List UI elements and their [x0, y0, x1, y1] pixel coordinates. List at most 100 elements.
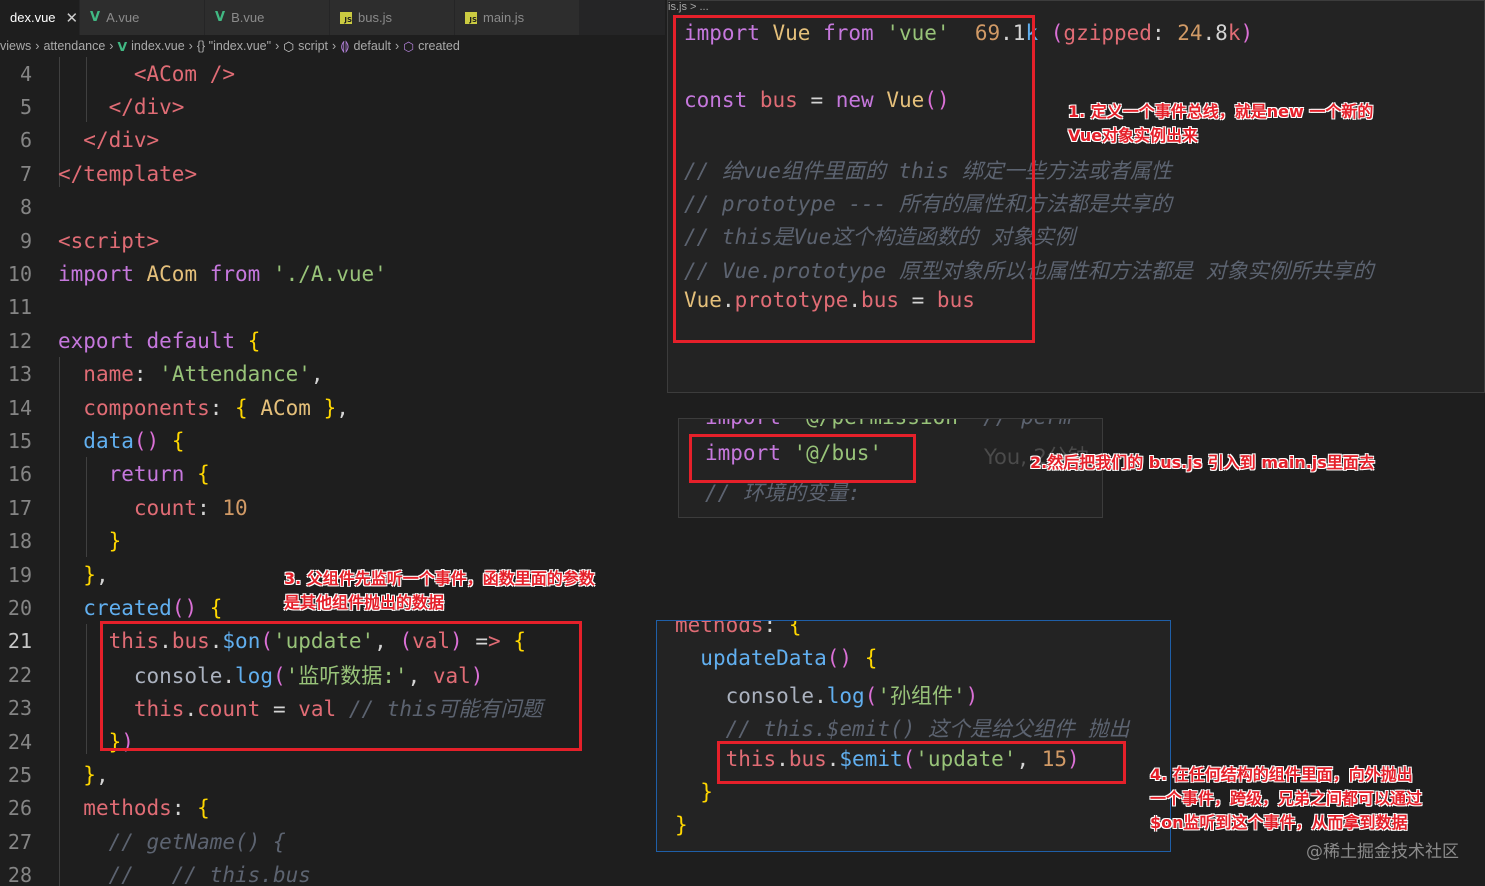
code-text: components: { ACom },	[83, 395, 349, 420]
line-number: 11	[7, 295, 32, 320]
breadcrumb-item[interactable]: Vindex.vue	[117, 39, 184, 54]
code-line[interactable]: 4 <ACom />	[0, 57, 665, 90]
tab-b-vue[interactable]: V B.vue	[205, 0, 330, 35]
code-line[interactable]: 27 // getName() {	[0, 825, 665, 858]
code-text: created() {	[83, 596, 223, 621]
breadcrumb-item[interactable]: ⟬⟭ default	[340, 39, 391, 54]
line-number: 14	[7, 395, 32, 420]
tab-main-js[interactable]: JS main.js	[455, 0, 580, 35]
breadcrumb-item[interactable]: ⬡ created	[403, 39, 460, 54]
code-text: data() {	[83, 429, 185, 454]
annotation-step-2: 2.然后把我们的 bus.js 引入到 main.js里面去	[1030, 453, 1375, 472]
line-number: 13	[7, 362, 32, 387]
tab-bar: dex.vue ✕ V A.vue V B.vue JS bus.js JS m…	[0, 0, 665, 35]
variable-icon: ⟬⟭	[340, 38, 350, 53]
code-text: },	[83, 763, 109, 788]
tab-label: B.vue	[231, 10, 265, 25]
line-number: 4	[19, 61, 32, 86]
chevron-right-icon: ›	[395, 39, 400, 53]
code-line[interactable]: 11	[0, 291, 665, 324]
panel-breadcrumb: is.js > ...	[668, 1, 709, 13]
close-icon[interactable]: ✕	[66, 9, 79, 27]
code-line[interactable]: 28 // // this.bus	[0, 859, 665, 886]
line-number: 15	[7, 429, 32, 454]
code-line[interactable]: 25 },	[0, 758, 665, 791]
tab-label: main.js	[483, 10, 525, 25]
breadcrumb-item[interactable]: views	[0, 39, 31, 53]
code-line[interactable]: 26 methods: {	[0, 792, 665, 825]
line-number: 19	[7, 562, 32, 587]
code-text: }	[108, 529, 122, 554]
code-text: </div>	[108, 95, 185, 120]
code-text: </div>	[83, 128, 160, 153]
code-text: return {	[108, 462, 210, 487]
emit-code-panel: methods: { updateData() { console.log('孙…	[656, 620, 1171, 852]
line-number: 12	[7, 328, 32, 353]
code-line[interactable]: 14 components: { ACom },	[0, 391, 665, 424]
line-number: 22	[7, 662, 32, 687]
code-line[interactable]: 7 </template>	[0, 157, 665, 190]
line-number: 8	[19, 195, 32, 220]
code-line[interactable]: 23 this.count = val // this可能有问题	[0, 692, 665, 725]
annotation-step-4: 4. 在任何结构的组件里面，向外抛出 一个事件，跨级，兄弟之间都可以通过 $on…	[1150, 765, 1423, 832]
line-number: 17	[7, 495, 32, 520]
code-line[interactable]: 9 <script>	[0, 224, 665, 257]
tab-bus-js[interactable]: JS bus.js	[330, 0, 455, 35]
line-number: 9	[19, 228, 32, 253]
code-line: // this.$emit() 这个是给父组件 抛出	[725, 717, 1130, 742]
code-text: this.bus.$on('update', (val) => {	[108, 629, 526, 654]
code-line[interactable]: 10 import ACom from './A.vue'	[0, 257, 665, 290]
code-line[interactable]: 24 })	[0, 725, 665, 758]
cube-icon: ⬡	[283, 39, 295, 54]
annotation-step-3: 3. 父组件先监听一个事件，函数里面的参数 是其他组件抛出的数据	[284, 569, 595, 612]
code-line: // 环境的变量:	[705, 481, 861, 505]
code-line: // prototype --- 所有的属性和方法都是共享的	[684, 192, 1172, 216]
line-number: 18	[7, 529, 32, 554]
vue-icon: V	[215, 10, 226, 25]
code-text: <script>	[58, 228, 160, 253]
breadcrumb-item[interactable]: attendance	[43, 39, 105, 53]
code-text: </template>	[58, 161, 198, 186]
code-line[interactable]: 21 this.bus.$on('update', (val) => {	[0, 625, 665, 658]
code-text: import ACom from './A.vue'	[58, 262, 387, 287]
code-line: const bus = new Vue()	[684, 87, 950, 112]
code-line[interactable]: 22 console.log('监听数据:', val)	[0, 658, 665, 691]
code-line: methods: {	[675, 620, 802, 637]
breadcrumb-item[interactable]: {} "index.vue"	[197, 39, 271, 53]
annotation-step-1: 1. 定义一个事件总线，就是new 一个新的 Vue对象实例出来	[1068, 102, 1374, 145]
chevron-right-icon: ›	[275, 39, 280, 53]
code-line[interactable]: 5 </div>	[0, 90, 665, 123]
code-line[interactable]: 15 data() {	[0, 424, 665, 457]
code-line[interactable]: 17 count: 10	[0, 491, 665, 524]
bus-js-peek-panel: is.js > ... import Vue from 'vue' 69.1k …	[667, 0, 1485, 393]
chevron-right-icon: ›	[35, 39, 40, 53]
vue-icon: V	[90, 10, 101, 25]
code-line[interactable]: 18 }	[0, 525, 665, 558]
line-number: 21	[7, 629, 32, 654]
code-line[interactable]: 6 </div>	[0, 124, 665, 157]
line-number: 28	[7, 863, 32, 886]
line-number: 26	[7, 796, 32, 821]
code-editor[interactable]: 4 <ACom /> 5 </div> 6 </div> 7 </template> 8 9…	[0, 57, 665, 886]
code-text: export default {	[58, 328, 261, 353]
code-line: import Vue from 'vue' 69.1k (gzipped: 24…	[684, 21, 1254, 45]
code-line[interactable]: 12 export default {	[0, 324, 665, 357]
tab-a-vue[interactable]: V A.vue	[80, 0, 205, 35]
code-text: count: 10	[133, 495, 248, 520]
code-line[interactable]: 16 return {	[0, 458, 665, 491]
chevron-right-icon: ›	[332, 39, 337, 53]
code-text: })	[108, 729, 134, 754]
code-line[interactable]: 13 name: 'Attendance',	[0, 358, 665, 391]
method-icon: ⬡	[403, 39, 415, 54]
code-line: console.log('孙组件')	[725, 683, 979, 708]
code-line[interactable]: 8	[0, 191, 665, 224]
code-text: <ACom />	[133, 61, 236, 86]
code-line: }	[675, 813, 688, 838]
breadcrumb-item[interactable]: ⬡ script	[283, 39, 328, 54]
watermark: @稀土掘金技术社区	[1306, 842, 1459, 862]
tab-index-vue[interactable]: dex.vue ✕	[0, 0, 80, 35]
code-line: // Vue.prototype 原型对象所以也属性和方法都是 对象实例所共享的	[684, 258, 1374, 283]
code-line: this.bus.$emit('update', 15)	[725, 746, 1080, 771]
line-number: 27	[7, 829, 32, 854]
line-number: 5	[19, 95, 32, 120]
